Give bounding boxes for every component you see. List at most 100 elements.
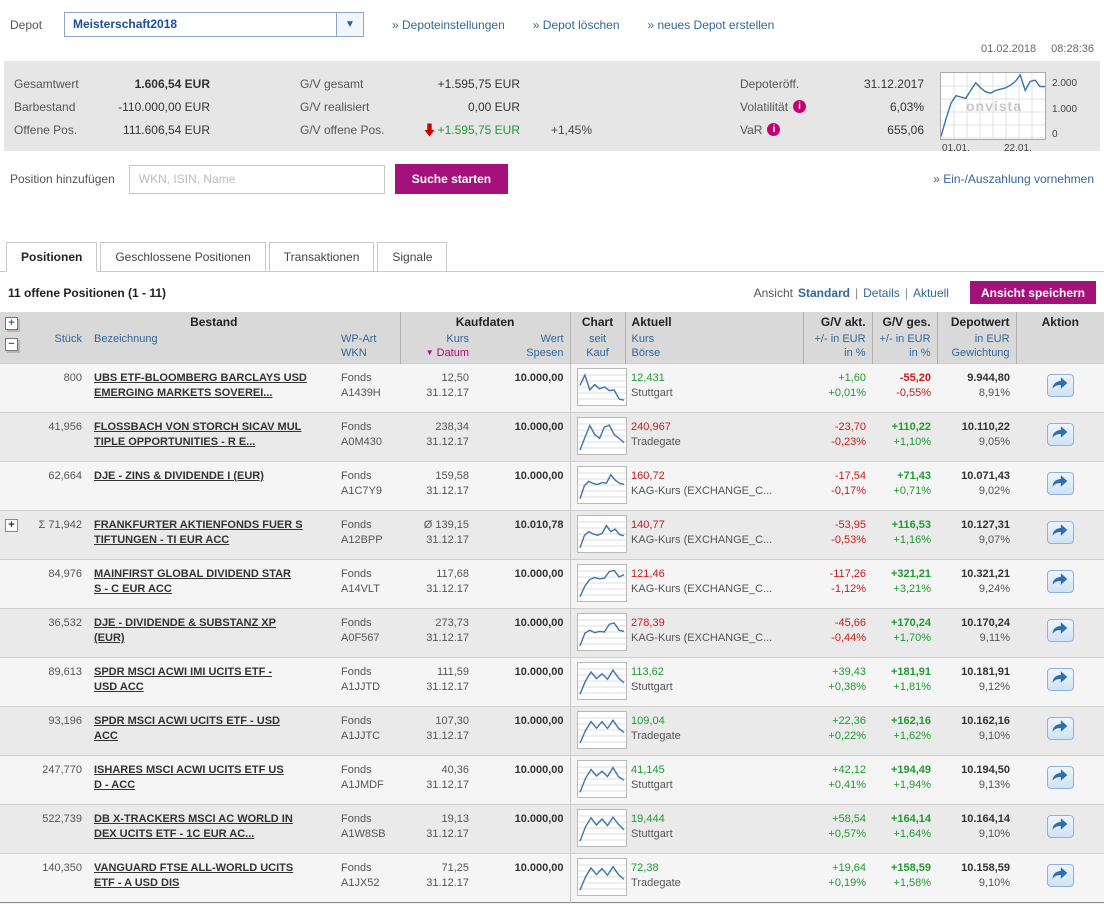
col-gv-akt-sub[interactable]: +/- in EUR in % xyxy=(803,332,873,364)
gv-ges-cell: +181,91 +1,81% xyxy=(890,666,932,693)
tab-signale[interactable]: Signale xyxy=(377,242,448,272)
position-name-link[interactable]: ISHARES MSCI ACWI UCITS ETF US D - ACC xyxy=(94,764,284,791)
chart-cell xyxy=(569,706,627,756)
view-aktuell[interactable]: Aktuell xyxy=(913,286,949,300)
y-tick: 0 xyxy=(1052,129,1058,140)
aktion-cell xyxy=(1016,462,1104,511)
wpart-cell: Fonds A14VLT xyxy=(341,568,380,595)
wert-cell: 10.000,00 xyxy=(514,715,564,727)
search-button[interactable]: Suche starten xyxy=(394,164,509,194)
action-button[interactable] xyxy=(1046,374,1074,397)
position-name-link[interactable]: DJE - DIVIDENDE & SUBSTANZ XP (EUR) xyxy=(94,617,276,644)
action-button[interactable] xyxy=(1046,619,1074,642)
deposit-withdrawal-link[interactable]: » Ein-/Auszahlung vornehmen xyxy=(933,172,1094,186)
chart-cell xyxy=(569,461,627,511)
position-row: 522,739 DB X-TRACKERS MSCI AC WORLD IN DEX… xyxy=(0,804,1104,854)
summary-label: Offene Pos. xyxy=(14,122,78,137)
wpart-cell: Fonds A1439H xyxy=(341,372,381,399)
gv-ges-cell: -55,20 -0,55% xyxy=(896,372,932,399)
y-tick: 2.000 xyxy=(1052,78,1078,89)
expand-row-icon[interactable]: + xyxy=(5,519,18,532)
add-position-row: Position hinzufügen Suche starten » Ein-… xyxy=(0,151,1104,208)
position-name-link[interactable]: MAINFIRST GLOBAL DIVIDEND STAR S - C EUR … xyxy=(94,568,291,595)
position-name-link[interactable]: VANGUARD FTSE ALL-WORLD UCITS ETF - A USD… xyxy=(94,862,293,889)
gv-akt-cell: -17,54 -0,17% xyxy=(831,470,867,497)
info-icon[interactable]: i xyxy=(793,100,807,113)
position-name-link[interactable]: SPDR MSCI ACWI IMI UCITS ETF - USD ACC xyxy=(94,666,272,693)
y-tick: 1.000 xyxy=(1052,104,1078,115)
position-row: 140,350 VANGUARD FTSE ALL-WORLD UCITS ETF … xyxy=(0,853,1104,903)
position-name-link[interactable]: FRANKFURTER AKTIENFONDS FUER S TIFTUNGEN … xyxy=(94,519,303,546)
col-wpart-wkn[interactable]: WP-Art WKN xyxy=(335,332,401,364)
expand-cell xyxy=(0,560,28,609)
position-name-link[interactable]: UBS ETF-BLOOMBERG BARCLAYS USD EMERGING M… xyxy=(94,372,307,399)
wpart-cell: Fonds A0F567 xyxy=(341,617,380,644)
position-row: + Σ 71,942 FRANKFURTER AKTIENFONDS FUER ST… xyxy=(0,510,1104,560)
position-name-link[interactable]: DJE - ZINS & DIVIDENDE I (EUR) xyxy=(94,470,264,482)
col-depotwert-sub[interactable]: in EUR Gewichtung xyxy=(937,332,1017,364)
info-icon[interactable]: i xyxy=(767,123,781,136)
col-seit-kauf: seit Kauf xyxy=(570,332,626,364)
depot-delete-link[interactable]: » Depot löschen xyxy=(533,18,620,32)
gv-akt-cell: -45,66 -0,44% xyxy=(831,617,867,644)
col-bezeichnung[interactable]: Bezeichnung xyxy=(88,332,335,364)
forward-arrow-icon xyxy=(1051,719,1069,738)
action-button[interactable] xyxy=(1046,864,1074,887)
col-akt-kurs-boerse[interactable]: Kurs Börse xyxy=(625,332,804,364)
aktion-cell xyxy=(1016,511,1104,560)
tab-transaktionen[interactable]: Transaktionen xyxy=(268,242,375,272)
tab-geschlossene-positionen[interactable]: Geschlossene Positionen xyxy=(100,242,266,272)
search-input[interactable] xyxy=(128,164,385,194)
gv-ges-cell: +164,14 +1,64% xyxy=(890,813,932,840)
view-standard[interactable]: Standard xyxy=(798,286,850,300)
action-button[interactable] xyxy=(1046,766,1074,789)
save-view-button[interactable]: Ansicht speichern xyxy=(969,281,1096,304)
expand-all-icon[interactable]: + xyxy=(5,317,18,330)
action-button[interactable] xyxy=(1046,668,1074,691)
collapse-all-icon[interactable]: − xyxy=(5,338,18,351)
position-name-link[interactable]: SPDR MSCI ACWI UCITS ETF - USD ACC xyxy=(94,715,280,742)
depot-select-value: Meisterschaft2018 xyxy=(73,17,178,31)
chart-cell xyxy=(569,510,627,560)
gv-akt-cell: +22,36 +0,22% xyxy=(828,715,867,742)
name-cell: FLOSSBACH VON STORCH SICAV MUL TIPLE OPPO… xyxy=(88,413,335,462)
meta-row: 11 offene Positionen (1 - 11) Ansicht St… xyxy=(0,272,1104,312)
col-gv-ges-sub[interactable]: +/- in EUR in % xyxy=(872,332,938,364)
depot-create-link[interactable]: » neues Depot erstellen xyxy=(648,18,775,32)
wpart-cell: Fonds A1C7Y9 xyxy=(341,470,382,497)
depotwert-cell: 10.071,43 9,02% xyxy=(961,470,1011,497)
col-stueck[interactable]: Stück xyxy=(28,332,88,364)
col-group-bestand: Bestand xyxy=(28,312,401,332)
action-button[interactable] xyxy=(1046,521,1074,544)
position-name-link[interactable]: DB X-TRACKERS MSCI AC WORLD IN DEX UCITS … xyxy=(94,813,293,840)
action-button[interactable] xyxy=(1046,472,1074,495)
aktuell-cell: 121,46 KAG-Kurs (EXCHANGE_C... xyxy=(631,568,773,595)
action-button[interactable] xyxy=(1046,815,1074,838)
stueck-cell: 800 xyxy=(63,372,82,384)
position-row: 84,976 MAINFIRST GLOBAL DIVIDEND STAR S - … xyxy=(0,559,1104,609)
col-wert-spesen[interactable]: Wert Spesen xyxy=(475,332,571,364)
depotwert-cell: 10.181,91 9,12% xyxy=(961,666,1011,693)
position-name-link[interactable]: FLOSSBACH VON STORCH SICAV MUL TIPLE OPPO… xyxy=(94,421,301,448)
chevron-down-icon[interactable]: ▼ xyxy=(336,13,363,36)
sort-desc-icon[interactable]: ▼ xyxy=(426,348,434,357)
action-button[interactable] xyxy=(1046,717,1074,740)
view-details[interactable]: Details xyxy=(863,286,900,300)
tab-positionen[interactable]: Positionen xyxy=(6,242,98,272)
chart-cell xyxy=(569,853,627,903)
summary-label: G/V gesamt xyxy=(300,76,364,91)
depotwert-cell: 10.321,21 9,24% xyxy=(961,568,1011,595)
forward-arrow-icon xyxy=(1051,817,1069,836)
expand-cell xyxy=(0,707,28,756)
depotwert-cell: 10.170,24 9,11% xyxy=(961,617,1011,644)
stueck-cell: Σ 71,942 xyxy=(38,519,82,531)
action-button[interactable] xyxy=(1046,570,1074,593)
action-button[interactable] xyxy=(1046,423,1074,446)
depot-select[interactable]: Meisterschaft2018 ▼ xyxy=(64,12,364,37)
col-kurs-datum[interactable]: Kurs ▼ Datum xyxy=(400,332,476,364)
forward-arrow-icon xyxy=(1051,670,1069,689)
sparkline-chart xyxy=(576,417,627,455)
stueck-cell: 247,770 xyxy=(42,764,82,776)
summary-label: Gesamtwert xyxy=(14,76,79,91)
depot-settings-link[interactable]: » Depoteinstellungen xyxy=(392,18,505,32)
